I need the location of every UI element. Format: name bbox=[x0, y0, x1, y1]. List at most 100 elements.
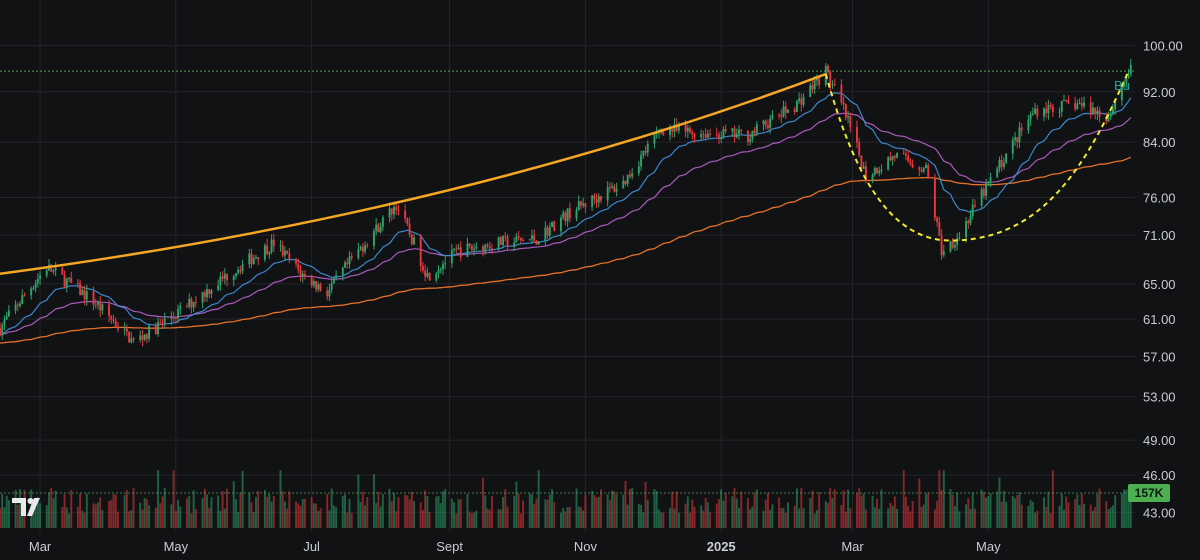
candle-body bbox=[468, 243, 471, 247]
volume-bar bbox=[1098, 488, 1101, 528]
volume-bar bbox=[1027, 506, 1030, 528]
volume-bar bbox=[597, 496, 600, 528]
candle-body bbox=[611, 186, 614, 188]
volume-bar bbox=[148, 505, 151, 528]
candle-body bbox=[818, 77, 821, 85]
candle-body bbox=[517, 236, 520, 238]
volume-bar bbox=[969, 508, 972, 528]
volume-bar bbox=[864, 509, 867, 528]
volume-bar bbox=[450, 498, 453, 528]
volume-bar bbox=[1, 493, 4, 528]
volume-bar bbox=[782, 507, 785, 528]
volume-bar bbox=[606, 494, 609, 528]
candle-body bbox=[330, 283, 333, 290]
candle-body bbox=[23, 295, 26, 297]
volume-bar bbox=[188, 495, 191, 528]
volume-bar bbox=[486, 508, 489, 528]
volume-bar bbox=[81, 510, 84, 528]
chart-background bbox=[0, 0, 1200, 560]
candle-body bbox=[782, 106, 785, 117]
volume-bar bbox=[330, 488, 333, 528]
volume-bar bbox=[809, 498, 812, 528]
volume-bar bbox=[751, 506, 754, 528]
candle-body bbox=[922, 168, 925, 172]
volume-bar bbox=[288, 491, 291, 528]
volume-bar bbox=[802, 508, 805, 528]
volume-bar bbox=[76, 506, 79, 528]
candle-body bbox=[597, 196, 600, 203]
volume-bar bbox=[531, 494, 533, 528]
volume-bar bbox=[266, 496, 269, 528]
candle-body bbox=[114, 321, 117, 327]
volume-bar bbox=[459, 499, 462, 528]
volume-bar bbox=[466, 493, 469, 528]
candle-body bbox=[637, 166, 640, 174]
volume-bar bbox=[295, 501, 298, 528]
volume-bar bbox=[170, 504, 173, 528]
candle-body bbox=[575, 210, 578, 219]
candle-body bbox=[96, 302, 99, 305]
volume-bar bbox=[7, 500, 10, 528]
volume-bar bbox=[424, 490, 427, 528]
volume-bar bbox=[241, 470, 244, 528]
volume-bar bbox=[268, 493, 271, 528]
volume-bar bbox=[357, 474, 360, 528]
candle-body bbox=[640, 155, 643, 167]
candle-body bbox=[255, 257, 257, 259]
buy-marker-label: Bu bbox=[1114, 78, 1130, 93]
volume-bar bbox=[19, 489, 21, 528]
candle-body bbox=[958, 237, 961, 239]
volume-bar bbox=[973, 508, 976, 528]
volume-bar bbox=[397, 497, 400, 528]
candle-body bbox=[81, 290, 84, 296]
volume-bar bbox=[250, 502, 253, 528]
candle-body bbox=[348, 256, 351, 265]
volume-bar bbox=[272, 495, 275, 528]
candle-body bbox=[85, 291, 88, 300]
candle-body bbox=[357, 249, 360, 259]
candle-body bbox=[99, 302, 102, 311]
candle-body bbox=[715, 133, 718, 135]
volume-bar bbox=[379, 506, 382, 528]
volume-bar bbox=[860, 495, 863, 528]
volume-bar bbox=[361, 491, 364, 528]
volume-bar bbox=[519, 513, 522, 528]
candle-body bbox=[591, 195, 594, 208]
candle-body bbox=[1014, 137, 1016, 140]
volume-bar bbox=[704, 498, 707, 528]
candle-body bbox=[70, 277, 73, 283]
candle-body bbox=[626, 174, 629, 184]
price-tick-label: 46.00 bbox=[1143, 468, 1176, 483]
candle-body bbox=[186, 306, 188, 308]
candle-body bbox=[1078, 103, 1081, 105]
candle-body bbox=[762, 120, 765, 125]
volume-bar bbox=[388, 488, 391, 528]
volume-bar bbox=[1014, 498, 1016, 528]
volume-bar bbox=[891, 505, 894, 528]
volume-bar bbox=[784, 512, 787, 528]
volume-bar bbox=[818, 492, 821, 528]
candle-body bbox=[833, 83, 836, 85]
volume-bar bbox=[562, 508, 565, 528]
candle-body bbox=[426, 273, 429, 277]
candle-body bbox=[907, 155, 910, 162]
candle-body bbox=[466, 243, 469, 257]
volume-bar bbox=[927, 492, 930, 528]
candle-body bbox=[234, 273, 237, 277]
price-chart[interactable]: 100.00 92.00 84.00 76.00 71.00 65.00 61.00 57.0… bbox=[0, 0, 1200, 560]
candle-body bbox=[364, 245, 367, 252]
candle-body bbox=[1031, 113, 1034, 115]
volume-bar bbox=[114, 494, 117, 528]
candle-body bbox=[631, 173, 634, 177]
volume-bar bbox=[344, 494, 346, 528]
candle-body bbox=[844, 104, 847, 118]
volume-bar bbox=[421, 510, 424, 528]
candle-body bbox=[506, 236, 509, 247]
volume-bar bbox=[435, 496, 438, 528]
volume-bar bbox=[958, 511, 961, 528]
candle-body bbox=[925, 165, 927, 169]
candle-body bbox=[450, 249, 453, 264]
candle-body bbox=[735, 133, 738, 138]
candle-body bbox=[335, 275, 338, 277]
candle-body bbox=[92, 291, 95, 305]
